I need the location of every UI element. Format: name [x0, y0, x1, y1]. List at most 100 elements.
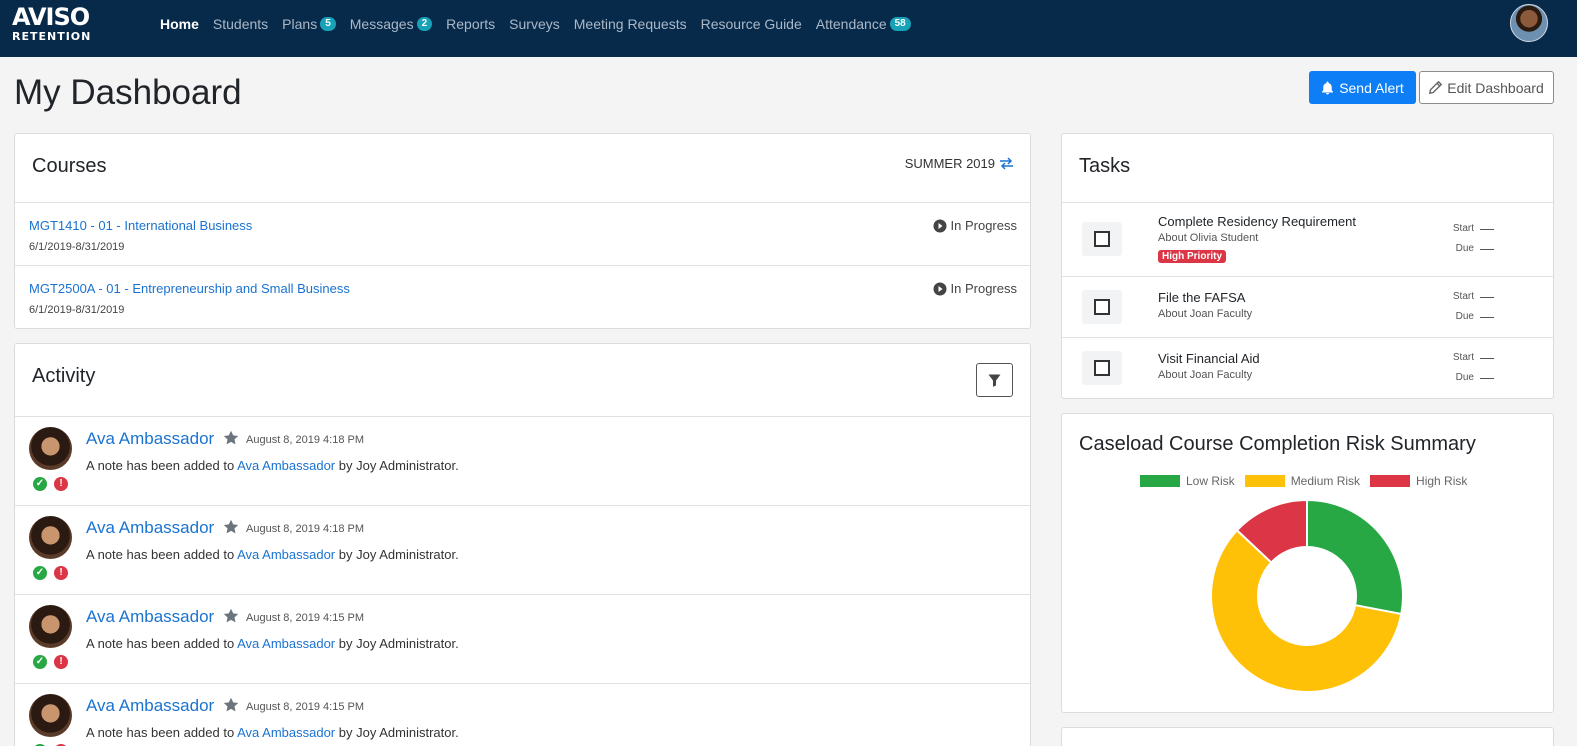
send-alert-button[interactable]: Send Alert — [1309, 71, 1416, 104]
activity-text-post: by Joy Administrator. — [338, 725, 459, 740]
activity-text-pre: A note has been added to — [86, 458, 235, 473]
activity-text-pre: A note has been added to — [86, 547, 235, 562]
tasks-card: Tasks Complete Residency Requirement Abou… — [1061, 133, 1554, 399]
risk-summary-card: Caseload Course Completion Risk Summary … — [1061, 413, 1554, 713]
student-avatar[interactable] — [29, 694, 72, 737]
activity-card: Activity ✓! Ava Ambassador August 8, 2019 … — [14, 343, 1031, 746]
course-link[interactable]: MGT2500A - 01 - Entrepreneurship and Sma… — [29, 281, 350, 296]
activity-description: A note has been added to Ava Ambassador … — [86, 458, 459, 473]
course-link[interactable]: MGT1410 - 01 - International Business — [29, 218, 252, 233]
star-icon[interactable] — [223, 697, 239, 718]
activity-text-pre: A note has been added to — [86, 636, 235, 651]
donut-slice-low-risk[interactable] — [1306, 498, 1404, 616]
swap-icon — [1000, 157, 1013, 170]
checkbox-square — [1094, 231, 1110, 247]
task-checkbox[interactable] — [1082, 351, 1122, 385]
check-circle-icon: ✓ — [33, 655, 47, 669]
check-circle-icon: ✓ — [33, 477, 47, 491]
activity-item: ✓! Ava Ambassador August 8, 2019 4:18 PM A … — [15, 416, 1030, 505]
nav-item-label: Meeting Requests — [573, 16, 687, 32]
activity-student-name[interactable]: Ava Ambassador — [86, 518, 214, 538]
course-row: MGT2500A - 01 - Entrepreneurship and Sma… — [15, 265, 1030, 328]
alert-circle-icon: ! — [54, 655, 68, 669]
nav-item-label: Reports — [446, 16, 496, 32]
nav-item-attendance[interactable]: Attendance 58 — [816, 16, 911, 32]
nav-item-meeting-requests[interactable]: Meeting Requests — [574, 16, 687, 32]
task-title[interactable]: File the FAFSA — [1158, 290, 1245, 305]
activity-description: A note has been added to Ava Ambassador … — [86, 725, 459, 740]
nav-item-label: Surveys — [509, 16, 560, 32]
bell-icon — [1322, 81, 1334, 94]
nav-item-plans[interactable]: Plans 5 — [282, 16, 336, 32]
task-title[interactable]: Visit Financial Aid — [1158, 351, 1260, 366]
edit-dashboard-label: Edit Dashboard — [1447, 79, 1544, 96]
activity-item: ✓! Ava Ambassador August 8, 2019 4:15 PM A … — [15, 594, 1030, 683]
task-start-label: Start — [1452, 352, 1474, 363]
nav-item-messages[interactable]: Messages 2 — [349, 16, 433, 32]
course-dates: 6/1/2019-8/31/2019 — [29, 241, 125, 253]
course-dates: 6/1/2019-8/31/2019 — [29, 304, 125, 316]
filter-icon — [988, 374, 1001, 387]
activity-student-link[interactable]: Ava Ambassador — [237, 636, 335, 651]
course-status: In Progress — [933, 281, 1017, 296]
checkbox-square — [1094, 360, 1110, 376]
student-avatar[interactable] — [29, 427, 72, 470]
activity-student-name[interactable]: Ava Ambassador — [86, 429, 214, 449]
user-avatar[interactable] — [1510, 4, 1548, 42]
task-due-value — [1480, 378, 1494, 379]
risk-donut-chart — [1210, 498, 1404, 693]
play-circle-icon — [933, 282, 947, 295]
filter-button[interactable] — [976, 363, 1013, 397]
activity-student-name[interactable]: Ava Ambassador — [86, 696, 214, 716]
nav-item-label: Resource Guide — [700, 16, 802, 32]
activity-student-link[interactable]: Ava Ambassador — [237, 725, 335, 740]
nav-item-home[interactable]: Home — [160, 16, 199, 32]
send-alert-label: Send Alert — [1339, 79, 1404, 96]
nav-count-badge: 58 — [889, 17, 911, 31]
nav-item-label: Messages — [349, 16, 414, 32]
term-selector[interactable]: SUMMER 2019 — [905, 156, 1014, 171]
activity-text-post: by Joy Administrator. — [338, 458, 459, 473]
status-icons: ✓! — [33, 566, 68, 580]
nav-item-label: Home — [160, 16, 199, 32]
star-icon[interactable] — [223, 519, 239, 540]
activity-text-post: by Joy Administrator. — [338, 547, 459, 562]
nav-item-surveys[interactable]: Surveys — [509, 16, 560, 32]
nav-item-reports[interactable]: Reports — [446, 16, 495, 32]
activity-description: A note has been added to Ava Ambassador … — [86, 636, 459, 651]
activity-text-pre: A note has been added to — [86, 725, 235, 740]
student-avatar[interactable] — [29, 605, 72, 648]
courses-title: Courses — [32, 155, 107, 177]
aviso-logo[interactable]: AVISO RETENTION — [12, 3, 90, 47]
task-item: Visit Financial Aid About Joan Faculty Sta… — [1062, 337, 1553, 398]
task-checkbox[interactable] — [1082, 290, 1122, 324]
status-icons: ✓! — [33, 477, 68, 491]
activity-title: Activity — [32, 365, 96, 387]
activity-timestamp: August 8, 2019 4:18 PM — [246, 434, 365, 446]
activity-student-link[interactable]: Ava Ambassador — [237, 458, 335, 473]
task-about: About Olivia Student — [1158, 232, 1259, 244]
checkbox-square — [1094, 299, 1110, 315]
star-icon[interactable] — [223, 430, 239, 451]
star-icon[interactable] — [223, 608, 239, 629]
task-item: File the FAFSA About Joan Faculty Start Due — [1062, 276, 1553, 337]
nav-item-label: Attendance — [815, 16, 887, 32]
activity-timestamp: August 8, 2019 4:15 PM — [246, 701, 365, 713]
nav-item-label: Plans — [282, 16, 318, 32]
activity-student-name[interactable]: Ava Ambassador — [86, 607, 214, 627]
task-about: About Joan Faculty — [1158, 369, 1253, 381]
alert-circle-icon: ! — [54, 477, 68, 491]
task-start-value — [1480, 229, 1494, 230]
nav-item-students[interactable]: Students — [213, 16, 268, 32]
nav-item-resource-guide[interactable]: Resource Guide — [701, 16, 802, 32]
alert-circle-icon: ! — [54, 566, 68, 580]
student-avatar[interactable] — [29, 516, 72, 559]
activity-student-link[interactable]: Ava Ambassador — [237, 547, 335, 562]
task-due-label: Due — [1455, 311, 1474, 322]
task-checkbox[interactable] — [1082, 222, 1122, 256]
task-due-value — [1480, 249, 1494, 250]
nav-count-badge: 5 — [320, 17, 336, 31]
task-title[interactable]: Complete Residency Requirement — [1158, 214, 1356, 229]
task-start-label: Start — [1452, 291, 1474, 302]
edit-dashboard-button[interactable]: Edit Dashboard — [1419, 71, 1554, 104]
